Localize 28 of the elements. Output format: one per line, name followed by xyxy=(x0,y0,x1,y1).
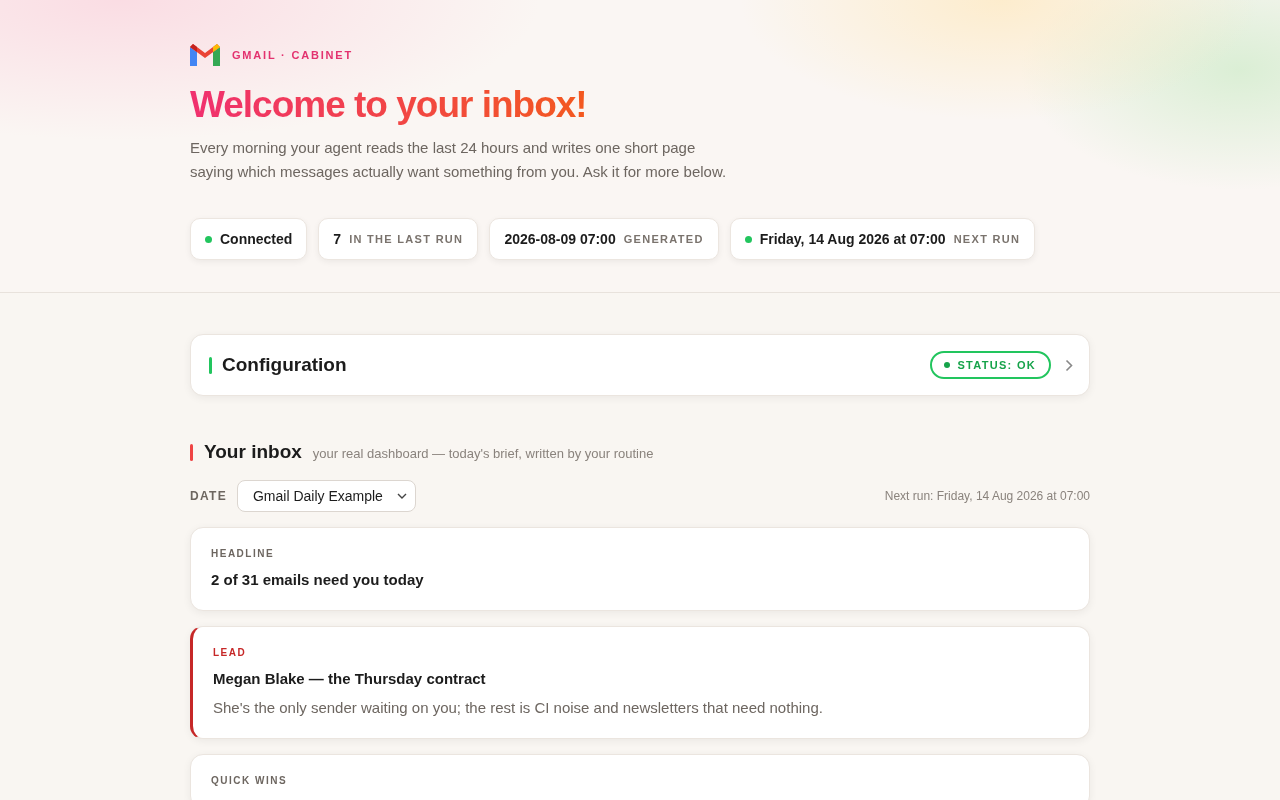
section-title: Your inbox xyxy=(204,441,302,463)
card-title: Megan Blake — the Thursday contract xyxy=(213,670,487,687)
accent-bar xyxy=(190,443,193,461)
card-label: HEADLINE xyxy=(211,548,276,559)
next-run-text: Next run: Friday, 14 Aug 2026 at 07:00 xyxy=(884,489,1090,503)
intro-text: Every morning your agent reads the last 24 hours and writes one short page saying which messages actually want something from you. Ask it for more below. xyxy=(190,138,728,182)
stat-label: IN THE LAST RUN xyxy=(349,233,464,245)
stat-value: Connected xyxy=(220,231,293,247)
section-subtitle: your real dashboard — today's brief, written by your routine xyxy=(312,446,654,461)
chevron-down-icon xyxy=(396,493,407,499)
configuration-panel[interactable]: Configuration STATUS: OK xyxy=(190,334,1090,396)
card-label: LEAD xyxy=(213,647,248,658)
card-text: She's the only sender waiting on you; the rest is CI noise and newsletters that need nothing. xyxy=(213,699,824,716)
status-dot xyxy=(944,362,951,368)
accent-bar xyxy=(209,356,212,374)
stat-value: 7 xyxy=(333,231,342,247)
stat-value: Friday, 14 Aug 2026 at 07:00 xyxy=(759,231,946,247)
gmail-logo-icon xyxy=(190,44,220,66)
card-label: QUICK WINS xyxy=(211,775,289,786)
date-label: DATE xyxy=(190,489,227,503)
panel-title: Configuration xyxy=(222,354,348,376)
card-title: 2 of 31 emails need you today xyxy=(211,571,425,588)
stat-label: NEXT RUN xyxy=(953,233,1021,245)
brand-label: GMAIL · CABINET xyxy=(232,49,353,61)
status-badge: STATUS: OK xyxy=(930,351,1051,379)
date-select[interactable]: Gmail Daily Example xyxy=(237,480,416,512)
stat-value: 2026-08-09 07:00 xyxy=(504,231,616,247)
stat-label: GENERATED xyxy=(623,233,704,245)
